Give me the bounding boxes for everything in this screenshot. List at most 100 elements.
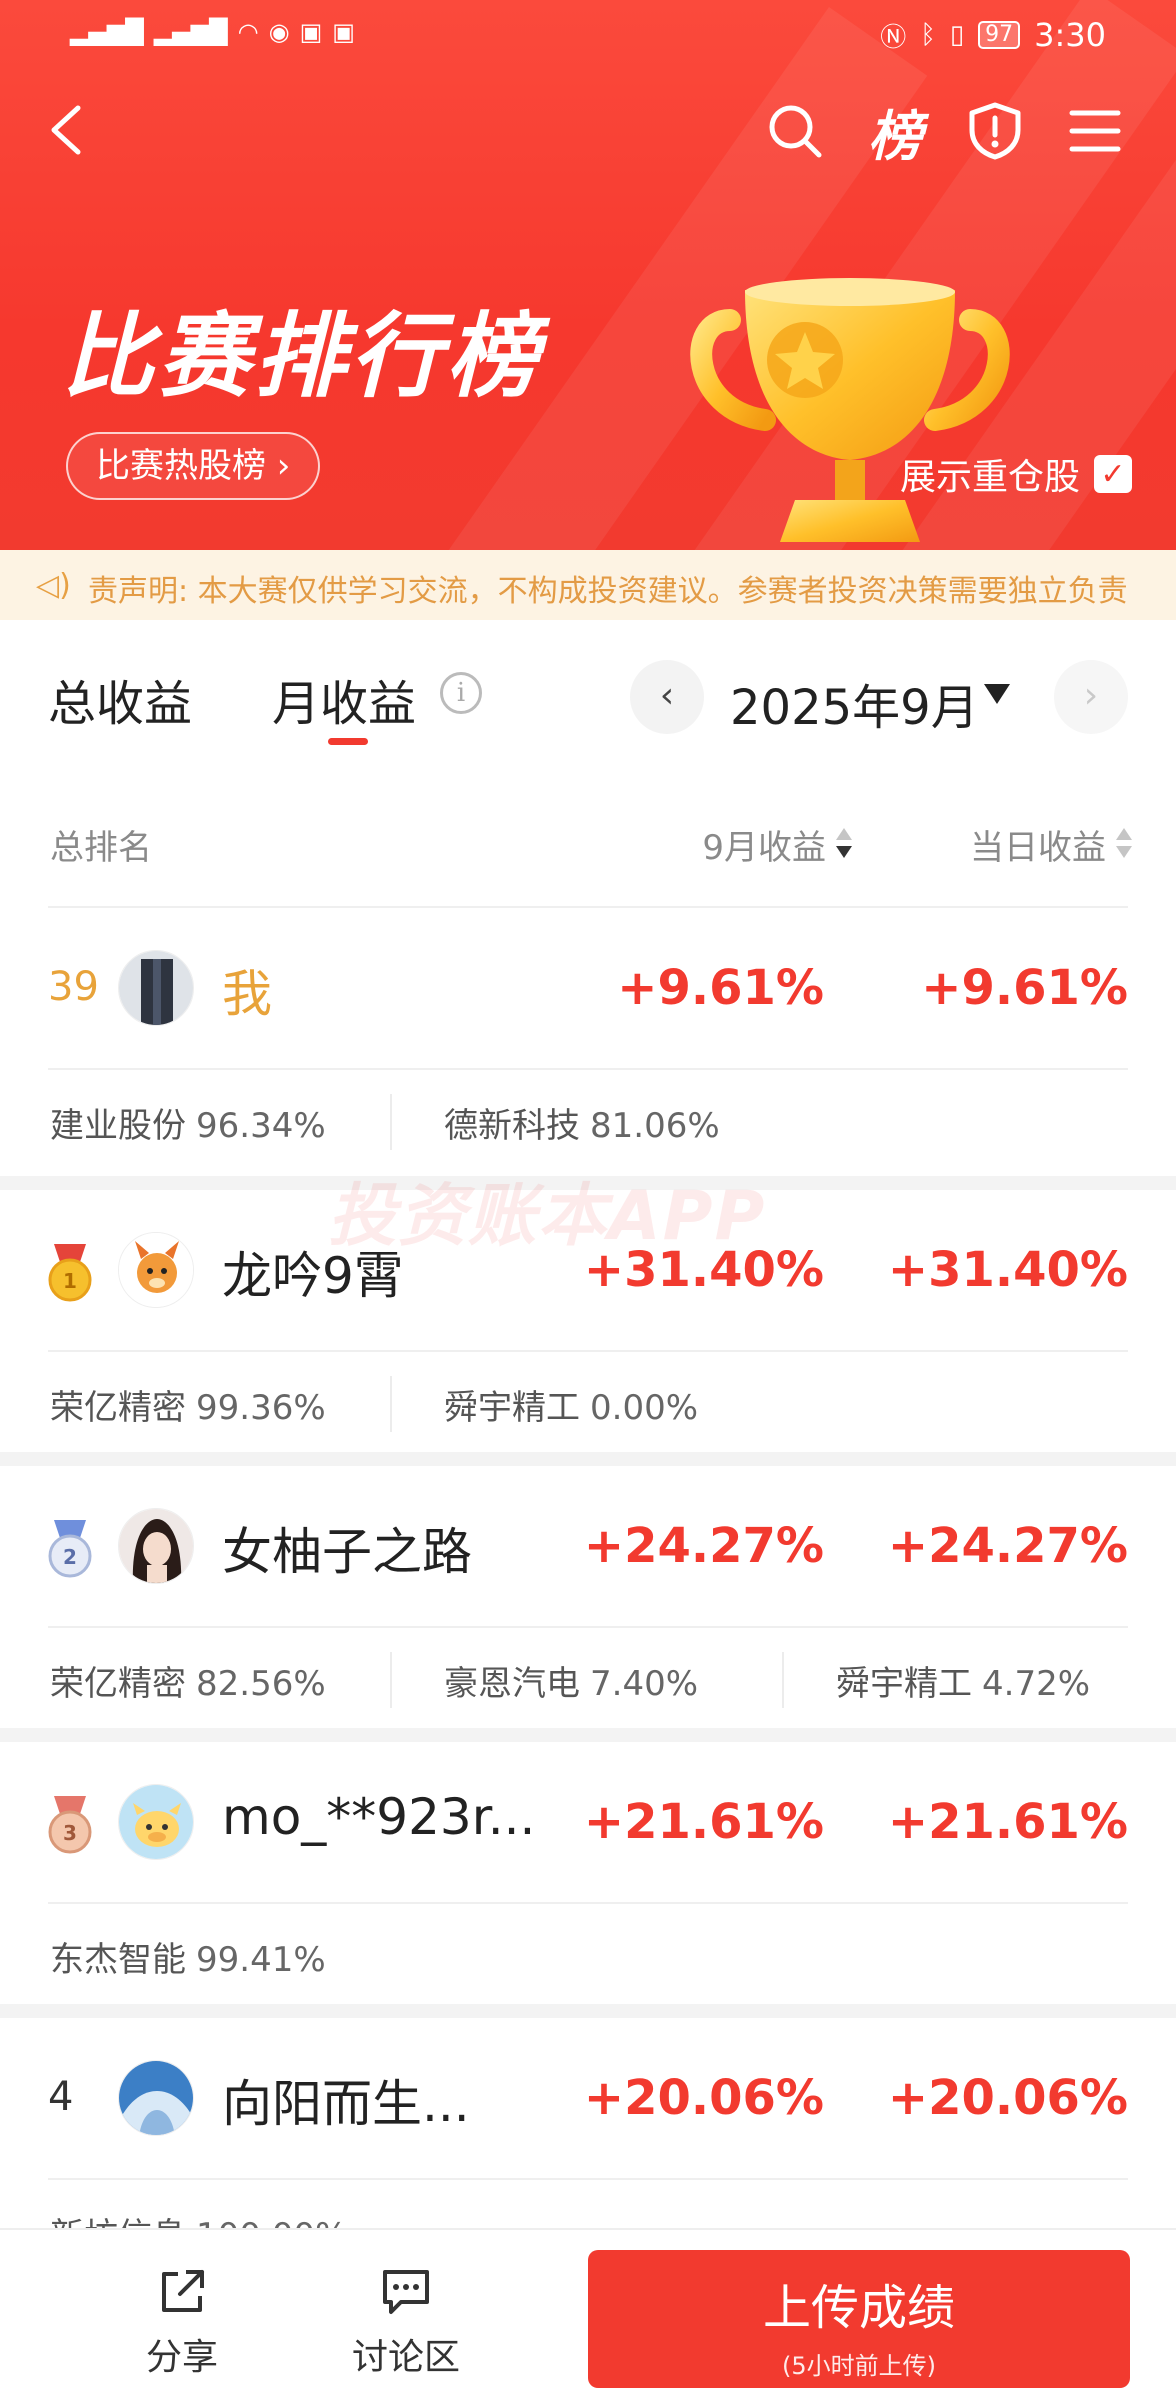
holding-pct: 7.40% <box>590 1664 699 1704</box>
sort-icon[interactable] <box>1116 828 1132 862</box>
holdings-list: 东杰智能 99.41% <box>0 1904 1176 2004</box>
holding-pct: 4.72% <box>982 1664 1091 1704</box>
ranking-row-me[interactable]: 39 我 +9.61% +9.61% 建业股份 96.34% 德新科技 81.06% <box>0 908 1176 1176</box>
menu-button[interactable] <box>1064 100 1126 162</box>
wifi-icon: ◠ <box>237 18 259 46</box>
holding-name: 德新科技 <box>444 1106 580 1146</box>
holding-name: 舜宇精工 <box>836 1664 972 1704</box>
app-icon: ▣ <box>332 18 355 46</box>
divider <box>782 1652 784 1708</box>
medal-rank: 1 <box>63 1269 77 1293</box>
sort-icon[interactable] <box>836 828 852 862</box>
day-return-column-label[interactable]: 当日收益 <box>970 820 1106 869</box>
back-button[interactable] <box>40 100 100 160</box>
day-return-value: +21.61% <box>887 1794 1128 1850</box>
avatar[interactable] <box>118 950 194 1026</box>
search-button[interactable] <box>764 100 826 162</box>
share-icon <box>162 2270 204 2312</box>
divider <box>390 1376 392 1432</box>
bronze-medal-icon: 3 <box>48 1796 92 1854</box>
tab-total-return[interactable]: 总收益 <box>48 664 192 734</box>
trophy-icon <box>690 278 1010 542</box>
holding-name: 豪恩汽电 <box>444 1664 580 1704</box>
holding-pct: 99.36% <box>196 1388 326 1428</box>
ranking-row[interactable]: 3 mo_**923r... +21.61% +21.61% 东杰智能 99.41… <box>0 1742 1176 2010</box>
day-return-value: +24.27% <box>887 1518 1128 1574</box>
holding-item[interactable]: 豪恩汽电 7.40% <box>444 1656 698 1705</box>
bottom-action-bar: 分享 讨论区 上传成绩 (5小时前上传) <box>0 2228 1176 2400</box>
disclaimer-banner: ◁) 责声明: 本大赛仅供学习交流，不构成投资建议。参赛者投资决策需要独立负责 <box>0 550 1176 620</box>
month-return-value: +9.61% <box>617 960 824 1016</box>
menu-icon <box>1069 110 1121 152</box>
bluetooth-icon: ᛒ <box>920 20 936 50</box>
username[interactable]: 女柚子之路 <box>222 1512 472 1584</box>
signal-icon: ▂▄▆█ <box>153 18 228 46</box>
chevron-left-icon <box>51 105 81 155</box>
ranking-row[interactable]: 2 女柚子之路 +24.27% +24.27% 荣亿精密 82.56% 豪恩汽电 7… <box>0 1466 1176 1734</box>
info-icon[interactable]: i <box>440 672 482 714</box>
chat-icon <box>383 2270 429 2314</box>
show-heavy-toggle[interactable]: 展示重仓股 ✓ <box>900 448 1132 500</box>
divider <box>390 1652 392 1708</box>
holdings-list: 荣亿精密 99.36% 舜宇精工 0.00% <box>0 1352 1176 1452</box>
avatar[interactable] <box>118 1784 194 1860</box>
rank-column-label: 总排名 <box>50 828 152 868</box>
rank-list-button[interactable]: 榜 <box>864 100 926 168</box>
month-selector[interactable]: 2025年9月 <box>730 668 979 738</box>
holding-pct: 82.56% <box>196 1664 326 1704</box>
upload-sublabel: (5小时前上传) <box>782 2352 936 2380</box>
holding-item[interactable]: 荣亿精密 82.56% <box>50 1656 326 1705</box>
share-button[interactable]: 分享 <box>122 2266 242 2380</box>
tab-monthly-return[interactable]: 月收益 <box>272 664 416 734</box>
previous-month-button[interactable]: ‹ <box>630 660 704 734</box>
shield-button[interactable] <box>964 100 1026 162</box>
medal-rank: 2 <box>63 1545 77 1569</box>
username[interactable]: 我 <box>222 954 272 1026</box>
day-return-value: +9.61% <box>921 960 1128 1016</box>
watermark: 投资账本APP <box>328 1177 767 1256</box>
avatar[interactable] <box>118 1232 194 1308</box>
show-heavy-label: 展示重仓股 <box>899 457 1080 498</box>
holding-item[interactable]: 舜宇精工 4.72% <box>836 1656 1090 1705</box>
search-icon <box>769 105 822 158</box>
month-return-value: +24.27% <box>583 1518 824 1574</box>
holding-item[interactable]: 荣亿精密 99.36% <box>50 1380 326 1429</box>
username[interactable]: mo_**923r... <box>222 1788 535 1846</box>
holdings-list: 荣亿精密 82.56% 豪恩汽电 7.40% 舜宇精工 4.72% <box>0 1628 1176 1728</box>
share-label: 分享 <box>145 2337 218 2378</box>
medal-rank: 3 <box>63 1821 77 1845</box>
month-return-column-label[interactable]: 9月收益 <box>702 820 826 869</box>
status-bar: ▂▄▆█ ▂▄▆█ ◠ ◉ ▣ ▣ Ⓝ ᛒ ▯ 97 3:30 <box>0 0 1176 70</box>
column-header: 总排名 9月收益 当日收益 <box>0 800 1176 908</box>
discussion-label: 讨论区 <box>351 2337 460 2378</box>
holding-pct: 96.34% <box>196 1106 326 1146</box>
page-title: 比赛排行榜 <box>62 303 543 410</box>
month-return-value: +20.06% <box>583 2070 824 2126</box>
checkbox-checked-icon[interactable]: ✓ <box>1094 455 1132 493</box>
holding-item[interactable]: 建业股份 96.34% <box>50 1098 326 1147</box>
holding-item[interactable]: 德新科技 81.06% <box>444 1098 720 1147</box>
vibrate-icon: ▯ <box>949 20 965 50</box>
hot-stocks-button[interactable]: 比赛热股榜 › <box>66 432 321 500</box>
holding-item[interactable]: 东杰智能 99.41% <box>50 1932 326 1981</box>
battery-indicator: 97 <box>978 21 1021 49</box>
avatar[interactable] <box>118 1508 194 1584</box>
rank-number: 39 <box>48 964 99 1010</box>
silver-medal-icon: 2 <box>48 1520 92 1578</box>
app-icon: ▣ <box>299 18 323 46</box>
chevron-left-icon: ‹ <box>659 675 675 716</box>
username[interactable]: 向阳而生... <box>222 2064 470 2136</box>
eye-icon: ◉ <box>268 18 290 46</box>
next-month-button[interactable]: › <box>1054 660 1128 734</box>
active-tab-indicator <box>328 738 368 745</box>
upload-results-button[interactable]: 上传成绩 (5小时前上传) <box>588 2250 1130 2388</box>
holding-item[interactable]: 舜宇精工 0.00% <box>444 1380 698 1429</box>
avatar[interactable] <box>118 2060 194 2136</box>
speaker-icon: ◁) <box>36 568 71 603</box>
holding-pct: 0.00% <box>590 1388 699 1428</box>
holding-name: 舜宇精工 <box>444 1388 580 1428</box>
caret-down-icon[interactable] <box>984 684 1010 704</box>
discussion-button[interactable]: 讨论区 <box>346 2266 466 2380</box>
navbar: 榜 <box>0 90 1176 180</box>
row-gap <box>0 2004 1176 2018</box>
